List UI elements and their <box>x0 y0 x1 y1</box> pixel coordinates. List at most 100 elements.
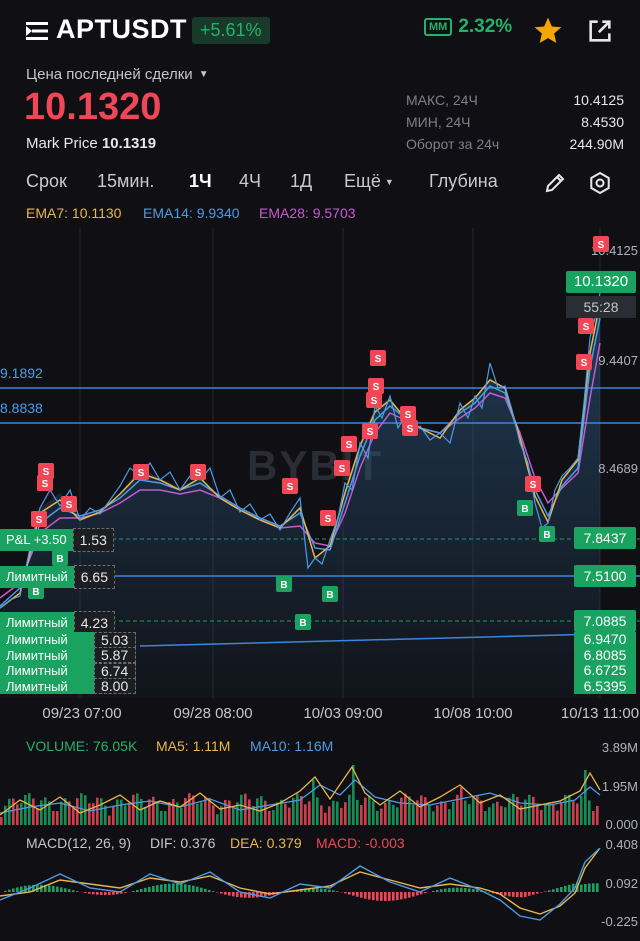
tab-1d[interactable]: 1Д <box>290 171 312 192</box>
tab-time[interactable]: Срок <box>26 171 67 192</box>
macd-bar <box>96 892 99 895</box>
tab-depth[interactable]: Глубина <box>429 171 498 192</box>
tab-1h[interactable]: 1Ч <box>189 171 212 192</box>
macd-bar <box>460 887 463 892</box>
volume-bar <box>496 801 499 825</box>
caret-down-icon: ▼ <box>198 69 209 80</box>
volume-bar <box>320 805 323 825</box>
volume-bar <box>492 803 495 825</box>
margin-mode-indicator[interactable]: MM 2.32% <box>424 16 512 38</box>
volume-bar <box>380 808 383 825</box>
macd-bar <box>328 889 331 892</box>
macd-bar <box>12 888 15 892</box>
macd-bar <box>396 892 399 901</box>
macd-tick: 0.092 <box>605 876 638 891</box>
volume-bar <box>444 802 447 825</box>
volume-bar <box>596 805 599 825</box>
limit-order-label[interactable]: Лимитный 6.65 <box>0 565 115 589</box>
volume-bar <box>52 811 55 825</box>
svg-text:S: S <box>583 322 590 333</box>
volume-bar <box>56 811 59 825</box>
volume-bar <box>180 807 183 825</box>
volume-bar <box>124 805 127 825</box>
tab-15m[interactable]: 15мин. <box>97 171 154 192</box>
macd-bar <box>316 888 319 892</box>
volume-bar <box>504 807 507 825</box>
volume-ma10: MA10: 1.16M <box>250 738 334 754</box>
settings-icon[interactable] <box>588 171 612 195</box>
svg-text:10/08 10:00: 10/08 10:00 <box>433 705 512 722</box>
macd-bar <box>160 884 163 892</box>
macd-bar <box>540 892 543 893</box>
ema28-label: EMA28: 9.5703 <box>259 205 356 221</box>
stat-low-label: МИН, 24Ч <box>406 114 471 130</box>
macd-bar <box>580 884 583 892</box>
svg-text:S: S <box>371 396 378 407</box>
tab-more[interactable]: Ещё ▼ <box>344 171 394 192</box>
macd-bar <box>544 891 547 892</box>
tab-4h[interactable]: 4Ч <box>239 171 261 192</box>
menu-icon[interactable] <box>26 20 48 42</box>
symbol-title[interactable]: APTUSDT <box>56 14 187 45</box>
stat-turnover-value: 244.90M <box>569 136 624 152</box>
stacked-orders-left[interactable]: Лимитный 5.03 Лимитный 5.87 Лимитный 6.74 Л… <box>0 632 140 694</box>
macd-bar <box>104 892 107 896</box>
macd-bar <box>64 888 67 892</box>
macd-bar <box>332 890 335 892</box>
macd-bar <box>356 892 359 897</box>
volume-bar <box>484 810 487 825</box>
macd-bar <box>512 892 515 897</box>
stat-turnover-label: Оборот за 24ч <box>406 136 500 152</box>
favorite-star-icon[interactable] <box>532 15 564 47</box>
macd-bar <box>448 888 451 892</box>
last-price-label[interactable]: Цена последней сделки ▼ <box>26 66 209 83</box>
price-change-badge: +5.61% <box>192 17 270 44</box>
macd-bar <box>392 892 395 901</box>
stat-high-label: МАКС, 24Ч <box>406 92 478 108</box>
macd-bar <box>472 889 475 892</box>
svg-text:S: S <box>339 464 346 475</box>
macd-bar <box>248 892 251 898</box>
macd-bar <box>212 891 215 892</box>
volume-bar <box>108 815 111 825</box>
macd-bar <box>168 883 171 892</box>
macd-bar <box>100 892 103 896</box>
volume-bar <box>480 800 483 825</box>
svg-text:09/23 07:00: 09/23 07:00 <box>42 705 121 722</box>
macd-bar <box>436 890 439 892</box>
volume-bar <box>420 795 423 825</box>
macd-bar <box>152 885 155 892</box>
macd-bar <box>364 892 367 899</box>
pnl-label: P&L +3.50 <box>0 529 73 551</box>
volume-bar <box>576 803 579 825</box>
pencil-draw-icon[interactable] <box>543 171 567 195</box>
volume-bar <box>192 795 195 825</box>
macd-bar <box>588 883 591 892</box>
volume-bar <box>532 796 535 825</box>
volume-bar <box>216 814 219 825</box>
macd-bar <box>424 892 427 894</box>
macd-tick: -0.225 <box>601 914 638 929</box>
volume-bar <box>472 796 475 825</box>
volume-bar <box>408 796 411 825</box>
svg-text:09/28 08:00: 09/28 08:00 <box>173 705 252 722</box>
volume-bar <box>344 802 347 825</box>
macd-bar <box>360 892 363 898</box>
volume-bar <box>268 810 271 825</box>
volume-bar <box>148 799 151 825</box>
svg-text:B: B <box>56 554 63 565</box>
volume-bar <box>488 807 491 825</box>
volume-bar <box>0 817 3 825</box>
macd-bar <box>452 887 455 892</box>
pnl-position-label[interactable]: P&L +3.50 1.53 <box>0 528 114 552</box>
macd-bar <box>52 885 55 892</box>
volume-bar <box>424 797 427 825</box>
share-icon[interactable] <box>586 17 614 45</box>
date-axis: 09/23 07:00 09/28 08:00 10/03 09:00 10/0… <box>42 705 639 722</box>
volume-bar <box>460 787 463 825</box>
macd-bar <box>584 883 587 892</box>
volume-tick: 0.000 <box>605 817 638 832</box>
svg-text:B: B <box>326 590 333 601</box>
macd-bar <box>176 883 179 892</box>
volume-bar <box>452 802 455 825</box>
